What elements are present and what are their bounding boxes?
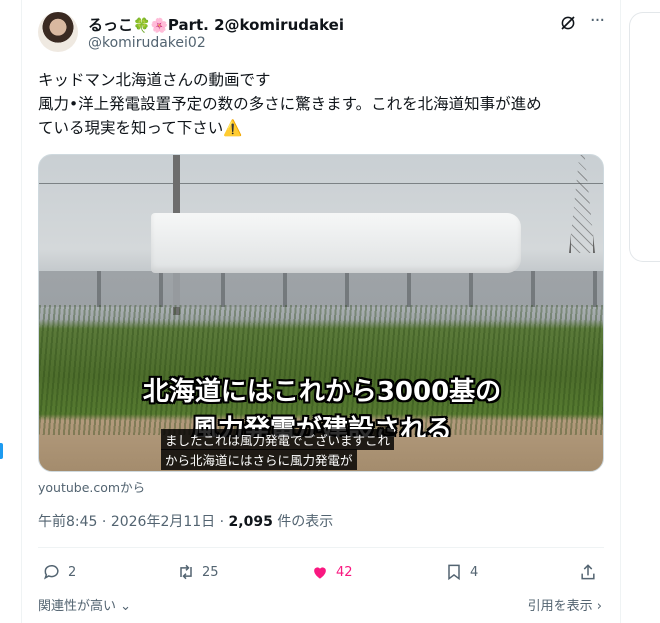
bookmark-count: 4 [470,564,479,580]
tweet-text-line-1: キッドマン北海道さんの動画です [38,71,271,89]
tweet-text-line-2: 風力•洋上発電設置予定の数の多さに驚きます。これを北海道知事が進め [38,95,542,113]
like-count: 42 [336,564,353,580]
meta-separator: · [215,514,229,530]
video-subtitle-1: ましたこれは風力発電でございますこれ [161,429,395,450]
repost-icon [180,564,192,580]
display-name[interactable]: るっこ🍀🌸Part. 2@komirudakei [88,14,344,35]
clover-emoji: 🍀 [133,18,151,34]
bookmark-button[interactable]: 4 [444,560,478,584]
repost-count: 25 [202,564,219,580]
heart-icon [314,567,326,579]
more-options-icon[interactable]: ··· [586,12,608,32]
sort-label: 関連性が高い [38,599,117,614]
post-date[interactable]: 2026年2月11日 [111,514,215,530]
tweet-text: キッドマン北海道さんの動画です 風力•洋上発電設置予定の数の多さに驚きます。これ… [38,68,598,140]
scroll-indicator [0,443,3,459]
chevron-down-icon: ⌄ [116,599,132,614]
side-panel [629,12,660,262]
reply-button[interactable]: 2 [42,560,76,584]
power-lines [39,183,603,184]
sort-relevance-dropdown[interactable]: 関連性が高い ⌄ [38,595,131,614]
tweet[interactable]: るっこ🍀🌸Part. 2@komirudakei @komirudakei02 … [22,0,620,623]
reply-count: 2 [68,564,77,580]
grok-icon[interactable] [559,14,577,32]
view-count: 2,095 [228,514,273,530]
reply-icon [43,564,59,580]
share-icon [581,564,595,580]
video-thumbnail[interactable]: 北海道にはこれから3000基の 風力発電が建設される ましたこれは風力発電でござ… [38,154,604,472]
link-source[interactable]: youtube.comから [38,477,145,496]
share-button[interactable] [578,560,598,584]
view-quotes-link[interactable]: 引用を表示 › [528,595,602,614]
warning-emoji: ⚠️ [223,119,243,137]
post-time[interactable]: 午前8:45 [38,514,97,530]
action-bar: 2 25 42 4 [38,560,604,586]
fence [39,271,603,307]
display-name-text: るっこ [88,16,134,34]
quotes-label: 引用を表示 [527,599,593,614]
right-rail [620,0,660,623]
video-caption-1: 北海道にはこれから3000基の [142,377,502,407]
bookmark-icon [448,564,460,581]
like-button[interactable]: 42 [310,560,353,584]
avatar[interactable] [38,12,78,52]
transmission-tower [569,155,595,253]
view-count-label: 件の表示 [272,514,334,530]
repost-button[interactable]: 25 [176,560,219,584]
divider [38,547,604,548]
user-handle[interactable]: @komirudakei02 [88,35,206,51]
meta-separator: · [97,514,111,530]
tweet-meta: 午前8:45 · 2026年2月11日 · 2,095 件の表示 [38,511,333,531]
video-subtitle-2: から北海道にはさらに風力発電が [161,449,357,470]
display-name-suffix: Part. 2@komirudakei [167,16,345,34]
tweet-text-line-3: ている現実を知って下さい [38,119,224,137]
flower-emoji: 🌸 [150,18,168,34]
left-rail [0,0,22,623]
turbine-blade [151,213,521,273]
chevron-right-icon: › [592,599,602,614]
